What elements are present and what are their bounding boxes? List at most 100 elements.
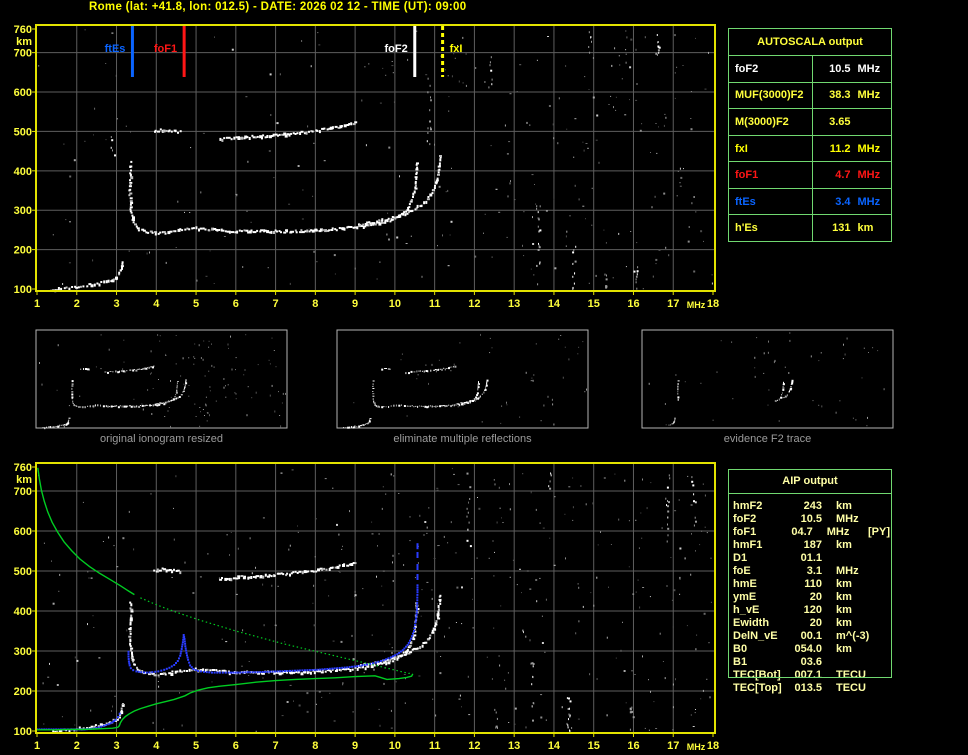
aip-val: 243 bbox=[803, 500, 822, 512]
marker-label-fxI: fxI bbox=[450, 43, 463, 55]
aip-name: DelN_vE bbox=[733, 630, 778, 642]
x-tick-label: 17 bbox=[667, 298, 679, 310]
x-tick-label: 10 bbox=[389, 298, 401, 310]
x-tick-label: 1 bbox=[34, 740, 40, 752]
y-tick-label: 760 bbox=[14, 462, 32, 474]
parameter-name: foF2 bbox=[729, 56, 813, 82]
aip-row-hmF2: hmF2 243 km bbox=[733, 500, 890, 513]
plot-border bbox=[35, 24, 716, 292]
aip-unit: MHz bbox=[826, 526, 850, 538]
x-tick-label: 6 bbox=[233, 298, 239, 310]
x-tick-label: 3 bbox=[113, 740, 119, 752]
x-tick-label: 14 bbox=[548, 740, 561, 752]
x-tick-label: 18 bbox=[707, 740, 719, 752]
aip-name: ymE bbox=[733, 591, 757, 603]
x-tick-label: 11 bbox=[429, 298, 441, 310]
aip-val: 03.6 bbox=[800, 656, 822, 668]
y-tick-label: 100 bbox=[14, 284, 32, 296]
y-tick-label: 600 bbox=[14, 87, 32, 99]
x-tick-label: 14 bbox=[548, 298, 561, 310]
y-tick-label: 400 bbox=[14, 166, 32, 178]
y-tick-label: 500 bbox=[14, 126, 32, 138]
aip-row-h_vE: h_vE 120 km bbox=[733, 604, 890, 617]
parameter-value: 131 km bbox=[832, 222, 874, 235]
aip-val: 110 bbox=[804, 578, 822, 590]
aip-name: foF2 bbox=[733, 513, 757, 525]
aip-row-B1: B1 03.6 bbox=[733, 656, 890, 669]
x-axis-unit-label: MHz bbox=[687, 742, 706, 752]
x-tick-label: 18 bbox=[707, 298, 719, 310]
x-tick-label: 4 bbox=[153, 740, 160, 752]
y-tick-label: 500 bbox=[14, 566, 32, 578]
parameter-value: 38.3 MHz bbox=[829, 89, 881, 102]
aip-unit: MHz bbox=[836, 513, 859, 525]
aip-name: B0 bbox=[733, 643, 748, 655]
aip-name: TEC[Top] bbox=[733, 682, 782, 694]
aip-val: 013.5 bbox=[794, 682, 822, 694]
aip-name: hmF2 bbox=[733, 500, 763, 512]
aip-name: h_vE bbox=[733, 604, 760, 616]
aip-val: 120 bbox=[803, 604, 822, 616]
aip-val: 04.7 bbox=[791, 526, 813, 538]
x-tick-label: 2 bbox=[74, 298, 80, 310]
parameter-name: fxI bbox=[729, 135, 813, 162]
x-tick-label: 9 bbox=[352, 298, 358, 310]
aip-val: 007.1 bbox=[794, 669, 822, 681]
aip-val: 01.1 bbox=[800, 552, 822, 564]
aip-unit: km bbox=[836, 500, 852, 512]
parameter-value: 4.7 MHz bbox=[835, 169, 881, 182]
x-tick-label: 16 bbox=[627, 740, 639, 752]
bottom-ionogram-profile-plot: 1 2 3 4 5 6 7 8 9 10 11 12 13 14 15 16 17 18MHz7607006005… bbox=[14, 462, 719, 752]
x-tick-label: 4 bbox=[153, 298, 160, 310]
aip-val: 187 bbox=[803, 539, 822, 551]
thumbnail-caption-eliminate: eliminate multiple reflections bbox=[393, 433, 532, 445]
autoscala-row-foF2: foF2 10.5 MHz bbox=[729, 56, 891, 82]
thumbnail-panel-2 bbox=[336, 329, 589, 429]
thumbnail-panel-3 bbox=[641, 329, 894, 429]
aip-row-ymE: ymE 20 km bbox=[733, 591, 890, 604]
x-tick-label: 1 bbox=[34, 298, 40, 310]
autoscala-row-ftEs: ftEs 3.4 MHz bbox=[729, 187, 891, 215]
aip-unit: m^(-3) bbox=[836, 630, 870, 642]
aip-row-DelN_vE: DelN_vE 00.1 m^(-3) bbox=[733, 630, 890, 643]
x-tick-label: 3 bbox=[113, 298, 119, 310]
thumbnail-caption-original: original ionogram resized bbox=[100, 433, 223, 445]
aip-name: foE bbox=[733, 565, 751, 577]
aip-name: hmF1 bbox=[733, 539, 763, 551]
aip-name: D1 bbox=[733, 552, 748, 564]
autoscala-table-title: AUTOSCALA output bbox=[729, 29, 891, 56]
aip-name: Ewidth bbox=[733, 617, 770, 629]
x-tick-label: 13 bbox=[508, 298, 520, 310]
marker-label-foF2: foF2 bbox=[385, 43, 408, 55]
autoscala-row-M(3000)F2: M(3000)F2 3.65 bbox=[729, 108, 891, 135]
x-tick-label: 2 bbox=[74, 740, 80, 752]
y-tick-label: 400 bbox=[14, 606, 32, 618]
aip-row-B0: B0 054.0 km bbox=[733, 643, 890, 656]
autoscala-screen: Rome (lat: +41.8, lon: 012.5) - DATE: 20… bbox=[0, 0, 968, 755]
autoscala-table-rows: foF2 10.5 MHz MUF(3000)F2 38.3 MHz M(3000)F2 3.… bbox=[729, 56, 891, 242]
y-tick-label: 100 bbox=[14, 726, 32, 738]
aip-unit: km bbox=[836, 591, 852, 603]
parameter-name: h'Es bbox=[729, 215, 813, 242]
y-axis-unit-label: km bbox=[16, 474, 32, 486]
aip-output-table: AIP output hmF2 243 km foF2 10.5 MHz foF1 04.7 M… bbox=[728, 469, 892, 704]
thumbnail-panel-1 bbox=[35, 329, 288, 430]
autoscala-row-foF1: foF1 4.7 MHz bbox=[729, 161, 891, 188]
aip-unit: km bbox=[836, 604, 852, 616]
marker-label-foF1: foF1 bbox=[154, 43, 177, 55]
autoscala-row-h'Es: h'Es 131 km bbox=[729, 214, 891, 242]
y-tick-label: 300 bbox=[14, 646, 32, 658]
autoscala-row-MUF(3000)F2: MUF(3000)F2 38.3 MHz bbox=[729, 81, 891, 109]
aip-unit: TECU bbox=[836, 682, 866, 694]
aip-val: 00.1 bbox=[800, 630, 822, 642]
aip-val: 10.5 bbox=[800, 513, 822, 525]
y-tick-label: 700 bbox=[14, 48, 32, 60]
aip-row-D1: D1 01.1 bbox=[733, 552, 890, 565]
aip-name: B1 bbox=[733, 656, 748, 668]
parameter-name: M(3000)F2 bbox=[729, 109, 813, 135]
x-axis-unit-label: MHz bbox=[687, 300, 706, 310]
aip-table-title: AIP output bbox=[729, 469, 891, 494]
y-tick-label: 300 bbox=[14, 205, 32, 217]
y-tick-label: 760 bbox=[14, 24, 32, 36]
aip-unit: km bbox=[836, 578, 852, 590]
